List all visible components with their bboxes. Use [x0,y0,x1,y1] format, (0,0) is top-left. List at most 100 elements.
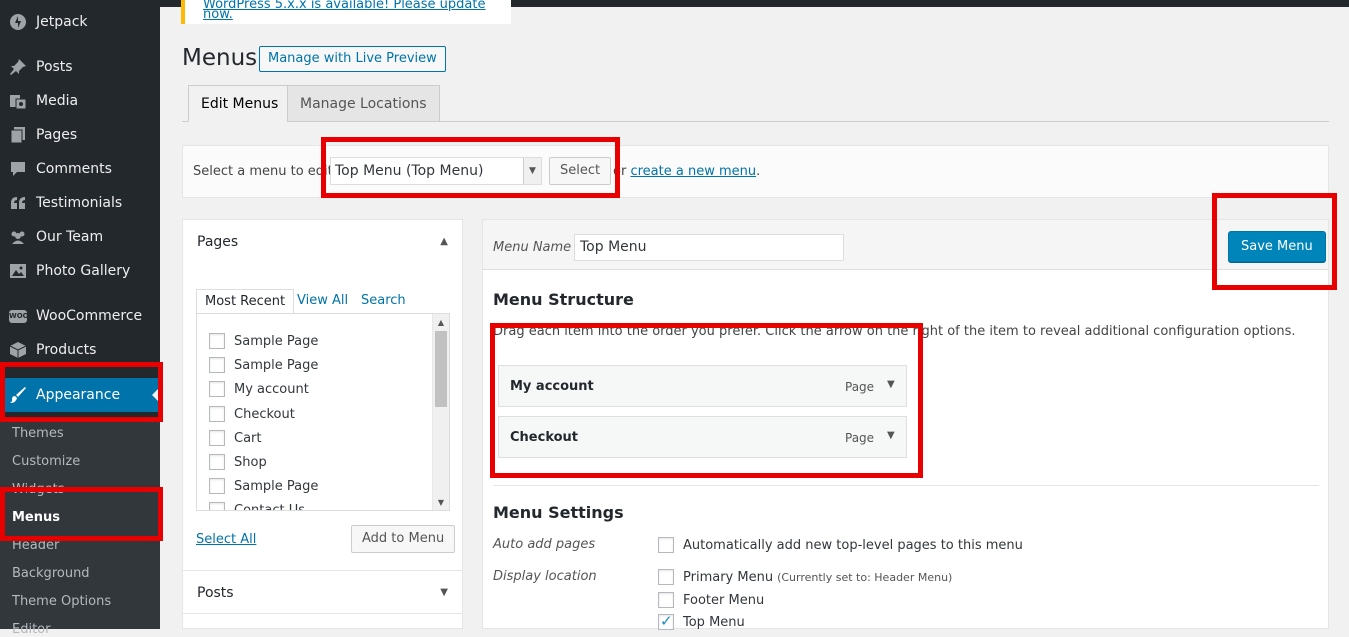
settings-divider [493,485,1319,486]
sidebar-item-our-team[interactable]: Our Team [0,220,160,254]
submenu-item-themes[interactable]: Themes [12,426,64,441]
current-menu-arrow [152,387,160,403]
jetpack-icon [0,13,36,31]
submenu-item-menus[interactable]: Menus [12,510,60,525]
pages-icon [0,126,36,144]
gallery-icon [0,262,36,280]
sidebar-item-testimonials[interactable]: Testimonials [0,186,160,220]
location-footer-menu[interactable]: Footer Menu [658,590,764,610]
expand-down-icon[interactable]: ▼ [440,571,448,615]
sidebar-item-appearance[interactable]: Appearance [0,378,160,412]
list-item[interactable]: My account [209,379,309,399]
list-item[interactable]: Shop [209,452,267,472]
woo-icon: WOO [0,309,36,323]
admin-sidebar: Jetpack Posts Media Pages Comments Testi… [0,0,160,637]
location-note: (Currently set to: Header Menu) [777,570,953,584]
submenu-item-widgets[interactable]: Widgets [12,482,65,497]
menu-item-bar[interactable]: My account Page ▼ [498,365,907,407]
page-checkbox[interactable] [209,430,225,446]
list-item[interactable]: Sample Page [209,331,318,351]
manage-menus-bar: Select a menu to edit: Top Menu (Top Men… [182,145,1329,198]
page-checkbox[interactable] [209,502,225,510]
pages-list-scrollbar[interactable]: ▲ ▼ [432,314,449,510]
or-text: or [613,164,627,179]
team-icon [0,228,36,246]
list-item[interactable]: Contact Us [209,500,305,510]
select-all-link[interactable]: Select All [196,532,256,547]
sidebar-item-pages[interactable]: Pages [0,118,160,152]
sidebar-item-woocommerce[interactable]: WOO WooCommerce [0,299,160,333]
menu-name-input[interactable]: Top Menu [574,234,844,261]
scrollbar-thumb[interactable] [435,331,447,407]
submenu-item-editor[interactable]: Editor [12,622,50,637]
location-primary-menu[interactable]: Primary Menu (Currently set to: Header M… [658,567,952,587]
update-notice: WordPress 5.x.x is available! Please upd… [181,0,511,24]
pages-box-title: Pages [197,234,239,250]
page-checkbox[interactable] [209,478,225,494]
page-checkbox[interactable] [209,333,225,349]
tab-manage-locations[interactable]: Manage Locations [287,85,440,122]
submenu-item-background[interactable]: Background [12,566,90,581]
submenu-item-customize[interactable]: Customize [12,454,80,469]
media-icon [0,92,36,110]
appearance-submenu: Themes Customize Widgets Menus Header Ba… [0,420,160,637]
list-item[interactable]: Cart [209,428,262,448]
submenu-item-theme-options[interactable]: Theme Options [12,594,111,609]
pages-checklist: Sample Page Sample Page My account Check… [196,313,450,511]
sidebar-item-jetpack[interactable]: Jetpack [0,5,160,39]
sidebar-item-photo-gallery[interactable]: Photo Gallery [0,254,160,288]
page-title: Menus [182,45,258,71]
menu-item-title: My account [510,379,594,394]
page-checkbox[interactable] [209,454,225,470]
auto-add-pages-option[interactable]: Automatically add new top-level pages to… [658,535,1023,555]
list-item[interactable]: Sample Page [209,355,318,375]
tab-edit-menus[interactable]: Edit Menus [188,85,292,122]
menu-item-type: Page [845,380,875,394]
add-to-menu-button[interactable]: Add to Menu [351,525,456,553]
sidebar-item-media[interactable]: Media [0,84,160,118]
brush-icon [0,386,36,404]
location-checkbox[interactable] [658,569,674,585]
sidebar-item-comments[interactable]: Comments [0,152,160,186]
save-menu-button[interactable]: Save Menu [1228,231,1326,262]
expand-arrow-icon[interactable]: ▼ [887,430,895,441]
display-location-label: Display location [493,569,597,584]
create-menu-period: . [756,164,761,179]
page-checkbox[interactable] [209,381,225,397]
update-notice-link[interactable]: WordPress 5.x.x is available! Please upd… [203,0,485,22]
submenu-item-header[interactable]: Header [12,538,59,553]
location-checkbox[interactable] [658,592,674,608]
tab-view-all[interactable]: View All [297,289,348,314]
page-checkbox[interactable] [209,406,225,422]
auto-add-pages-label: Auto add pages [493,537,596,552]
comments-icon [0,160,36,178]
location-checkbox-checked[interactable] [658,612,674,630]
scroll-down-icon[interactable]: ▼ [433,494,449,510]
location-top-menu[interactable]: Top Menu [658,612,745,632]
create-new-menu-link[interactable]: create a new menu [630,164,756,179]
page-checkbox[interactable] [209,357,225,373]
select-menu-button[interactable]: Select [549,157,612,185]
auto-add-checkbox[interactable] [658,537,674,553]
select-menu-label: Select a menu to edit: [193,164,338,179]
manage-live-preview-button[interactable]: Manage with Live Preview [259,46,446,72]
quote-icon [0,194,36,212]
expand-arrow-icon[interactable]: ▼ [887,379,895,390]
tab-most-recent[interactable]: Most Recent [196,289,295,314]
scroll-up-icon[interactable]: ▲ [433,314,449,330]
menu-item-bar[interactable]: Checkout Page ▼ [498,416,907,458]
menu-item-type: Page [845,431,875,445]
list-item[interactable]: Checkout [209,404,295,424]
menu-editor-panel: Menu Name Top Menu Save Menu Menu Struct… [482,219,1329,632]
sidebar-item-posts[interactable]: Posts [0,50,160,84]
pages-box-header[interactable]: Pages ▲ [183,220,462,264]
box-icon [0,341,36,359]
menu-select-dropdown[interactable]: Top Menu (Top Menu) ▼ [330,157,542,185]
menu-editor-header: Menu Name Top Menu Save Menu [483,220,1328,270]
tab-search[interactable]: Search [361,289,406,314]
collapse-up-icon[interactable]: ▲ [440,220,448,264]
list-item[interactable]: Sample Page [209,476,318,496]
sidebar-item-products[interactable]: Products [0,333,160,367]
posts-box-header[interactable]: Posts ▼ [183,571,462,615]
pin-icon [0,58,36,76]
